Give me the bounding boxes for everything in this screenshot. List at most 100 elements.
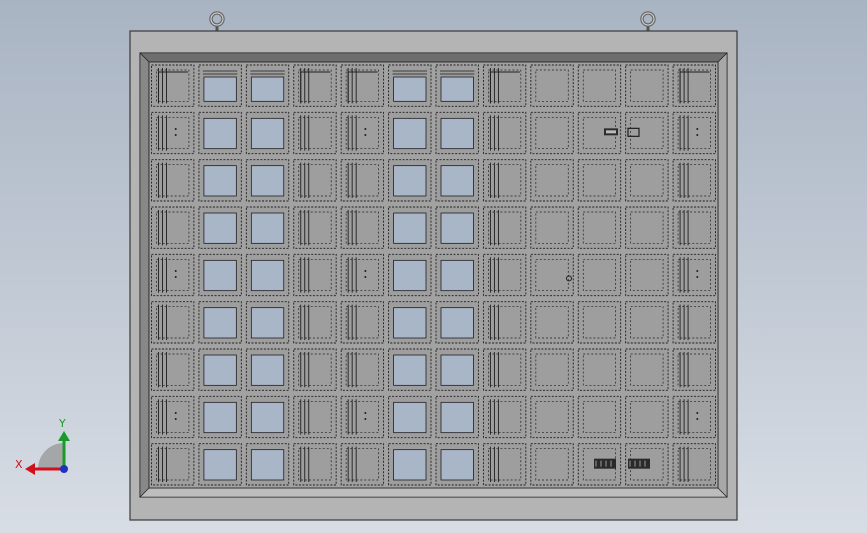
cell-window (440, 259, 474, 292)
cell-window (440, 165, 474, 197)
grid-cell (388, 301, 432, 344)
grid-cell (388, 443, 432, 486)
grid-cell (577, 64, 622, 107)
grid-cell (340, 348, 385, 391)
cell-window (393, 117, 427, 150)
grid-cell (293, 395, 337, 439)
grid-cell (672, 395, 716, 439)
grid-cell (245, 253, 290, 297)
grid-cell (530, 159, 574, 202)
grid-cell (293, 159, 337, 202)
grid-cell (293, 206, 337, 249)
grid-cell (245, 159, 290, 202)
grid-cell (577, 159, 622, 202)
latch-mark (174, 276, 177, 278)
grid-cell (530, 206, 574, 249)
grid-cell (625, 159, 669, 202)
grid-cell (388, 64, 432, 107)
cell-window (250, 401, 285, 434)
grid-cell (482, 348, 527, 391)
grid-cell (388, 111, 432, 155)
grid-cell (198, 443, 242, 486)
grid-cell (577, 301, 622, 344)
grid-cell (530, 111, 574, 155)
cell-window (250, 165, 285, 197)
grid-cell (672, 64, 716, 107)
grid-cell (340, 443, 385, 486)
coordinate-triad: Y X (15, 417, 70, 475)
cell-window (250, 307, 285, 339)
grid-cell (340, 159, 385, 202)
cell-window (250, 259, 285, 292)
grid-cell (482, 206, 527, 249)
grid-cell (293, 253, 337, 297)
cell-window (440, 76, 474, 102)
cell-window (203, 449, 237, 481)
latch-mark (696, 276, 699, 278)
cell-window (440, 212, 474, 244)
grid-cell (151, 301, 195, 344)
grid-cell (577, 206, 622, 249)
grid-cell (198, 159, 242, 202)
y-axis-label: Y (58, 417, 66, 430)
grid-cell (198, 395, 242, 439)
latch-mark (174, 128, 177, 130)
grid-cell (245, 206, 290, 249)
grid-cell (435, 253, 479, 297)
panel-bevel-bottom (139, 487, 728, 498)
grid-cell (672, 348, 716, 391)
grid-cell (482, 395, 527, 439)
grid-cell (388, 253, 432, 297)
grid-cell (672, 443, 716, 486)
grid-cell (530, 443, 574, 486)
grid-cell (245, 301, 290, 344)
cad-viewport[interactable]: Y X (0, 0, 867, 533)
grid-cell (482, 253, 527, 297)
grid-cell (293, 301, 337, 344)
cell-window (393, 76, 427, 102)
cell-window (250, 76, 285, 102)
grid-cell (198, 301, 242, 344)
panel-bevel-top (139, 52, 728, 63)
grid-cell (198, 206, 242, 249)
grid-cell (388, 395, 432, 439)
grid-cell (625, 348, 669, 391)
cell-window (203, 259, 237, 292)
grid-cell (198, 64, 242, 107)
terminal-block (594, 458, 616, 469)
grid-cell (530, 348, 574, 391)
grid-cell (198, 111, 242, 155)
grid-cell (151, 348, 195, 391)
cell-window (250, 354, 285, 386)
grid-cell (245, 111, 290, 155)
grid-cell (482, 301, 527, 344)
cell-window (203, 165, 237, 197)
latch-mark (174, 418, 177, 420)
cell-window (440, 117, 474, 150)
enclosure-model[interactable] (129, 11, 738, 521)
grid-cell (198, 253, 242, 297)
grid-cell (672, 206, 716, 249)
grid-cell (435, 395, 479, 439)
grid-cell (151, 159, 195, 202)
grid-cell (482, 443, 527, 486)
cell-window (203, 76, 237, 102)
cell-window (393, 449, 427, 481)
cell-window (203, 354, 237, 386)
grid-cell (245, 443, 290, 486)
grid-cell (435, 64, 479, 107)
grid-cell (340, 206, 385, 249)
cell-window (203, 212, 237, 244)
grid-cell (388, 348, 432, 391)
grid-cell (482, 111, 527, 155)
terminal-block (628, 458, 650, 469)
grid-cell (151, 206, 195, 249)
grid-cell (435, 159, 479, 202)
cell-window (250, 449, 285, 481)
latch-mark (696, 134, 699, 136)
grid-cell (340, 111, 385, 155)
cell-window (393, 212, 427, 244)
grid-cell (435, 301, 479, 344)
z-axis-dot-icon (60, 465, 68, 473)
grid-cell (577, 395, 622, 439)
